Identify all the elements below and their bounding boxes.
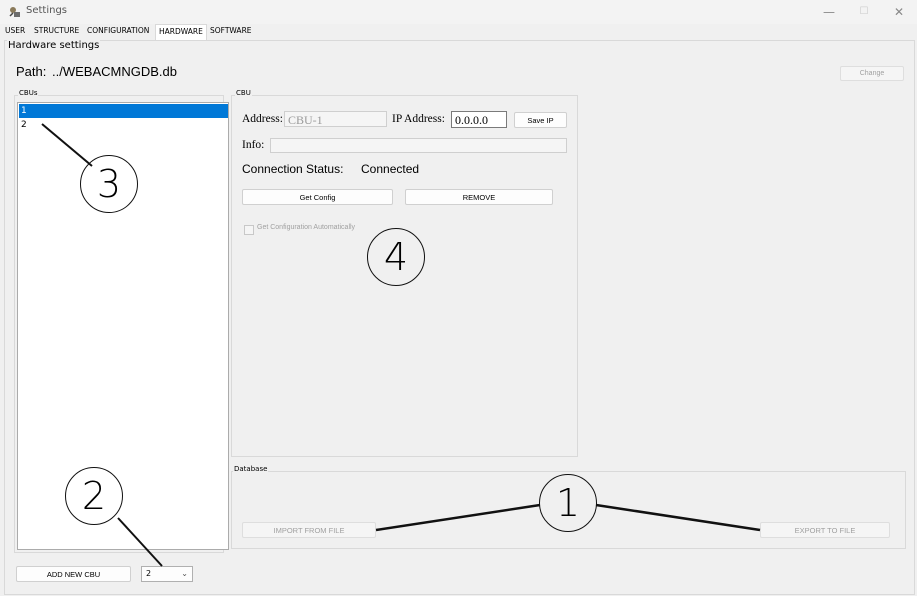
ip-address-field[interactable]: 0.0.0.0 bbox=[451, 111, 507, 128]
change-path-button[interactable]: Change bbox=[840, 66, 904, 81]
tab-user[interactable]: USER bbox=[5, 26, 25, 35]
title-bar bbox=[0, 0, 917, 24]
hardware-settings-title: Hardware settings bbox=[7, 40, 101, 51]
cbu-count-value: 2 bbox=[146, 569, 152, 578]
callout-3: 3 bbox=[80, 155, 138, 213]
connection-status-label: Connection Status: bbox=[242, 162, 344, 176]
cbus-group-label: CBUs bbox=[18, 89, 39, 97]
address-label: Address: bbox=[242, 113, 283, 125]
tab-hardware[interactable]: HARDWARE bbox=[155, 24, 207, 40]
info-field[interactable] bbox=[270, 138, 567, 153]
list-item[interactable]: 2 bbox=[19, 118, 228, 132]
get-config-button[interactable]: Get Config bbox=[242, 189, 393, 205]
list-item[interactable]: 1 bbox=[19, 104, 228, 118]
save-ip-button[interactable]: Save IP bbox=[514, 112, 567, 128]
tab-configuration[interactable]: CONFIGURATION bbox=[87, 26, 149, 35]
path-label: Path: bbox=[16, 64, 47, 79]
address-field[interactable]: CBU-1 bbox=[284, 111, 387, 127]
connection-status-value: Connected bbox=[361, 162, 420, 176]
database-group-label: Database bbox=[233, 465, 269, 473]
cbu-count-select[interactable]: 2 ⌄ bbox=[141, 566, 193, 582]
remove-button[interactable]: REMOVE bbox=[405, 189, 553, 205]
settings-app-icon bbox=[9, 7, 20, 17]
callout-1: 1 bbox=[539, 474, 597, 532]
cbu-group-label: CBU bbox=[235, 89, 252, 97]
tab-structure[interactable]: STRUCTURE bbox=[34, 26, 79, 35]
export-to-file-button[interactable]: EXPORT TO FILE bbox=[760, 522, 890, 538]
callout-2: 2 bbox=[65, 467, 123, 525]
chevron-down-icon: ⌄ bbox=[181, 569, 188, 578]
maximize-button[interactable]: ☐ bbox=[850, 3, 878, 21]
import-from-file-button[interactable]: IMPORT FROM FILE bbox=[242, 522, 376, 538]
close-button[interactable]: ✕ bbox=[885, 3, 913, 21]
callout-4: 4 bbox=[367, 228, 425, 286]
tab-software[interactable]: SOFTWARE bbox=[210, 26, 252, 35]
ip-address-label: IP Address: bbox=[392, 113, 445, 125]
minimize-button[interactable]: — bbox=[815, 3, 843, 21]
info-label: Info: bbox=[242, 139, 265, 151]
auto-config-label: Get Configuration Automatically bbox=[257, 224, 356, 231]
window-title: Settings bbox=[26, 5, 68, 16]
add-new-cbu-button[interactable]: ADD NEW CBU bbox=[16, 566, 131, 582]
auto-config-checkbox[interactable] bbox=[244, 225, 254, 235]
path-value: ../WEBACMNGDB.db bbox=[52, 64, 177, 79]
